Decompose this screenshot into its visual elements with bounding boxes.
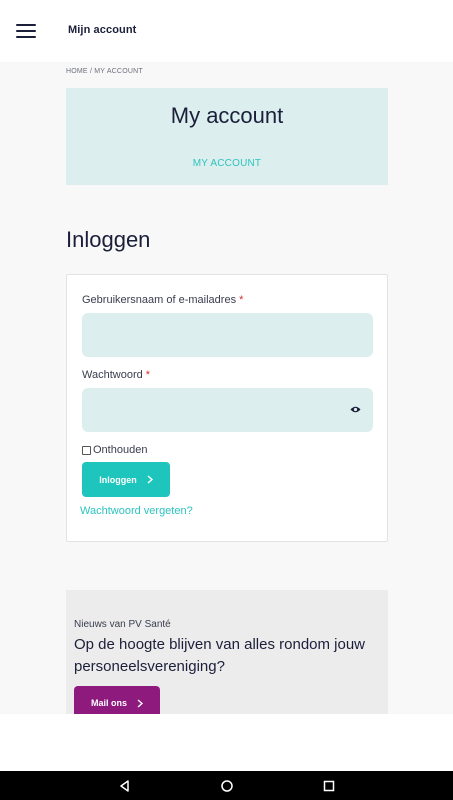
remember-me-checkbox[interactable]: Onthouden (82, 444, 147, 456)
login-button-label: Inloggen (99, 474, 137, 485)
required-mark: * (239, 294, 244, 306)
username-label-text: Gebruikersnaam of e-mailadres (82, 294, 237, 306)
password-label: Wachtwoord * (82, 369, 150, 381)
newsletter-title: Op de hoogte blijven van alles rondom jo… (74, 636, 366, 675)
system-navigation-bar (0, 771, 453, 800)
login-heading: Inloggen (66, 227, 151, 252)
page-subtitle: MY ACCOUNT (192, 158, 262, 169)
hamburger-menu-icon[interactable] (16, 24, 36, 38)
breadcrumb-separator: / (89, 68, 93, 75)
breadcrumb-current: MY ACCOUNT (94, 68, 143, 75)
required-mark: * (145, 369, 151, 381)
login-button[interactable]: Inloggen (82, 462, 170, 497)
chevron-right-icon (137, 698, 143, 708)
page-hero: My account MY ACCOUNT (66, 88, 388, 185)
password-label-text: Wachtwoord (82, 369, 143, 381)
username-label: Gebruikersnaam of e-mailadres * (82, 294, 243, 306)
breadcrumb: HOME / MY ACCOUNT (66, 68, 143, 75)
app-header: Mijn account (0, 0, 453, 62)
breadcrumb-home[interactable]: HOME (66, 68, 88, 75)
newsletter-banner: Nieuws van PV Santé Op de hoogte blijven… (66, 590, 388, 714)
eye-icon[interactable] (350, 405, 361, 414)
username-input[interactable] (82, 313, 373, 357)
page-content[interactable]: HOME / MY ACCOUNT My account MY ACCOUNT … (0, 62, 453, 714)
page-title: My account (170, 103, 284, 128)
checkbox-box[interactable] (82, 445, 91, 455)
remember-label: Onthouden (93, 444, 148, 456)
forgot-password-link[interactable]: Wachtwoord vergeten? (80, 505, 193, 517)
mail-us-button[interactable]: Mail ons (74, 686, 160, 714)
newsletter-label: Nieuws van PV Santé (74, 619, 171, 630)
mail-us-label: Mail ons (90, 698, 127, 708)
header-title: Mijn account (68, 24, 137, 36)
chevron-right-icon (147, 475, 153, 484)
password-input[interactable] (82, 388, 373, 432)
recents-square-icon[interactable] (322, 779, 336, 793)
login-form: Gebruikersnaam of e-mailadres * Wachtwoor… (66, 274, 388, 542)
back-triangle-icon[interactable] (118, 779, 132, 793)
home-circle-icon[interactable] (220, 779, 234, 793)
